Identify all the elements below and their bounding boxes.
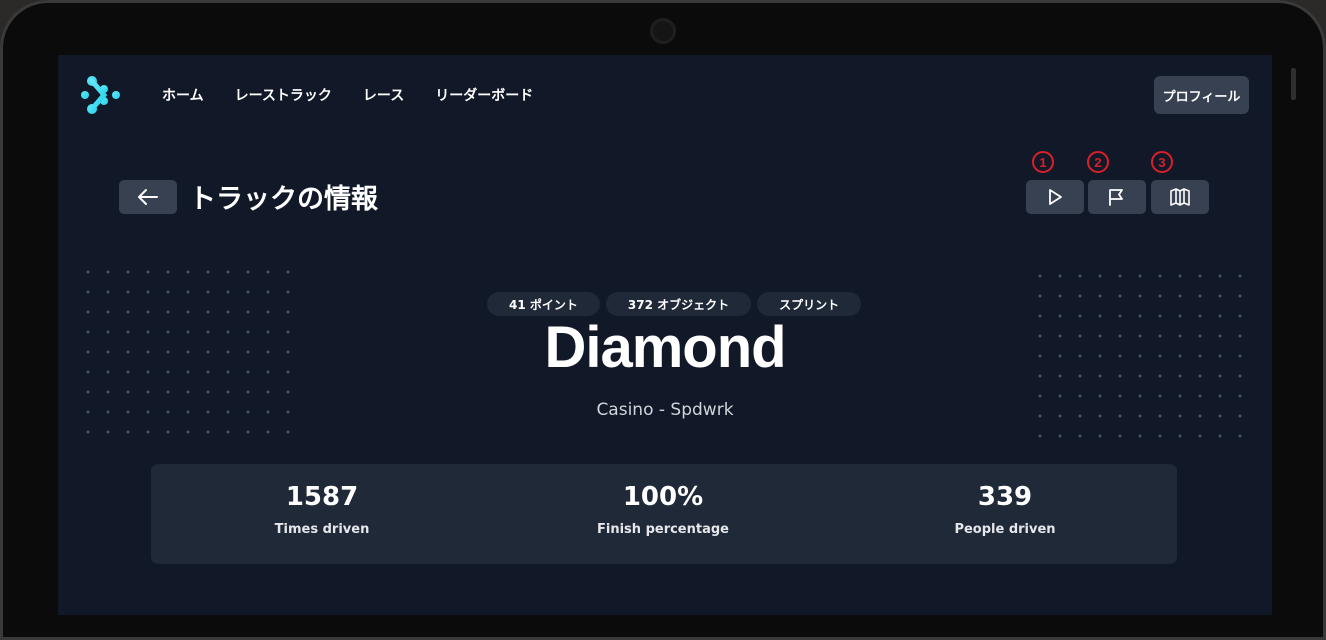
arrow-left-icon: [138, 189, 158, 205]
tag-objects: 372 オブジェクト: [605, 292, 752, 316]
stat-people-driven: 339 People driven: [855, 464, 1155, 537]
map-icon: [1170, 188, 1190, 206]
track-name: Diamond: [544, 315, 786, 380]
nav-item-racetracks[interactable]: レーストラック: [235, 85, 332, 105]
play-icon: [1049, 189, 1062, 205]
camera-icon: [650, 18, 676, 44]
track-subtitle: Casino - Spdwrk: [596, 400, 734, 420]
flag-icon: [1109, 189, 1123, 206]
annotation-marker: 1: [1032, 151, 1054, 173]
track-tags: 41 ポイント 372 オブジェクト スプリント: [487, 292, 862, 316]
stat-label: People driven: [954, 522, 1056, 537]
nav-item-leaderboard[interactable]: リーダーボード: [435, 85, 533, 105]
stats-panel: 1587 Times driven 100% Finish percentage…: [151, 464, 1177, 564]
flag-button[interactable]: [1088, 180, 1146, 214]
app-screen: ホーム レーストラック レース リーダーボード プロフィール トラックの情報 1…: [58, 55, 1272, 615]
stat-label: Times driven: [274, 522, 370, 537]
annotation-marker: 2: [1087, 151, 1109, 173]
play-button[interactable]: [1026, 180, 1084, 214]
profile-button[interactable]: プロフィール: [1154, 76, 1249, 114]
device-side-button: [1291, 68, 1296, 100]
map-button[interactable]: [1151, 180, 1209, 214]
stat-times-driven: 1587 Times driven: [172, 464, 472, 537]
nav-item-home[interactable]: ホーム: [162, 85, 204, 105]
stat-value: 100%: [622, 482, 704, 512]
stat-value: 339: [977, 482, 1033, 512]
logo-icon: [81, 76, 120, 114]
page-title: トラックの情報: [189, 184, 378, 215]
stat-finish-percentage: 100% Finish percentage: [513, 464, 813, 537]
back-button[interactable]: [119, 180, 177, 214]
main-nav: ホーム レーストラック レース リーダーボード: [162, 85, 533, 105]
tag-type: スプリント: [757, 292, 862, 316]
tag-points: 41 ポイント: [487, 292, 600, 316]
app-logo[interactable]: [80, 75, 122, 115]
nav-item-races[interactable]: レース: [363, 85, 404, 105]
stat-value: 1587: [285, 482, 359, 512]
stat-label: Finish percentage: [597, 522, 729, 537]
annotation-marker: 3: [1151, 151, 1173, 173]
